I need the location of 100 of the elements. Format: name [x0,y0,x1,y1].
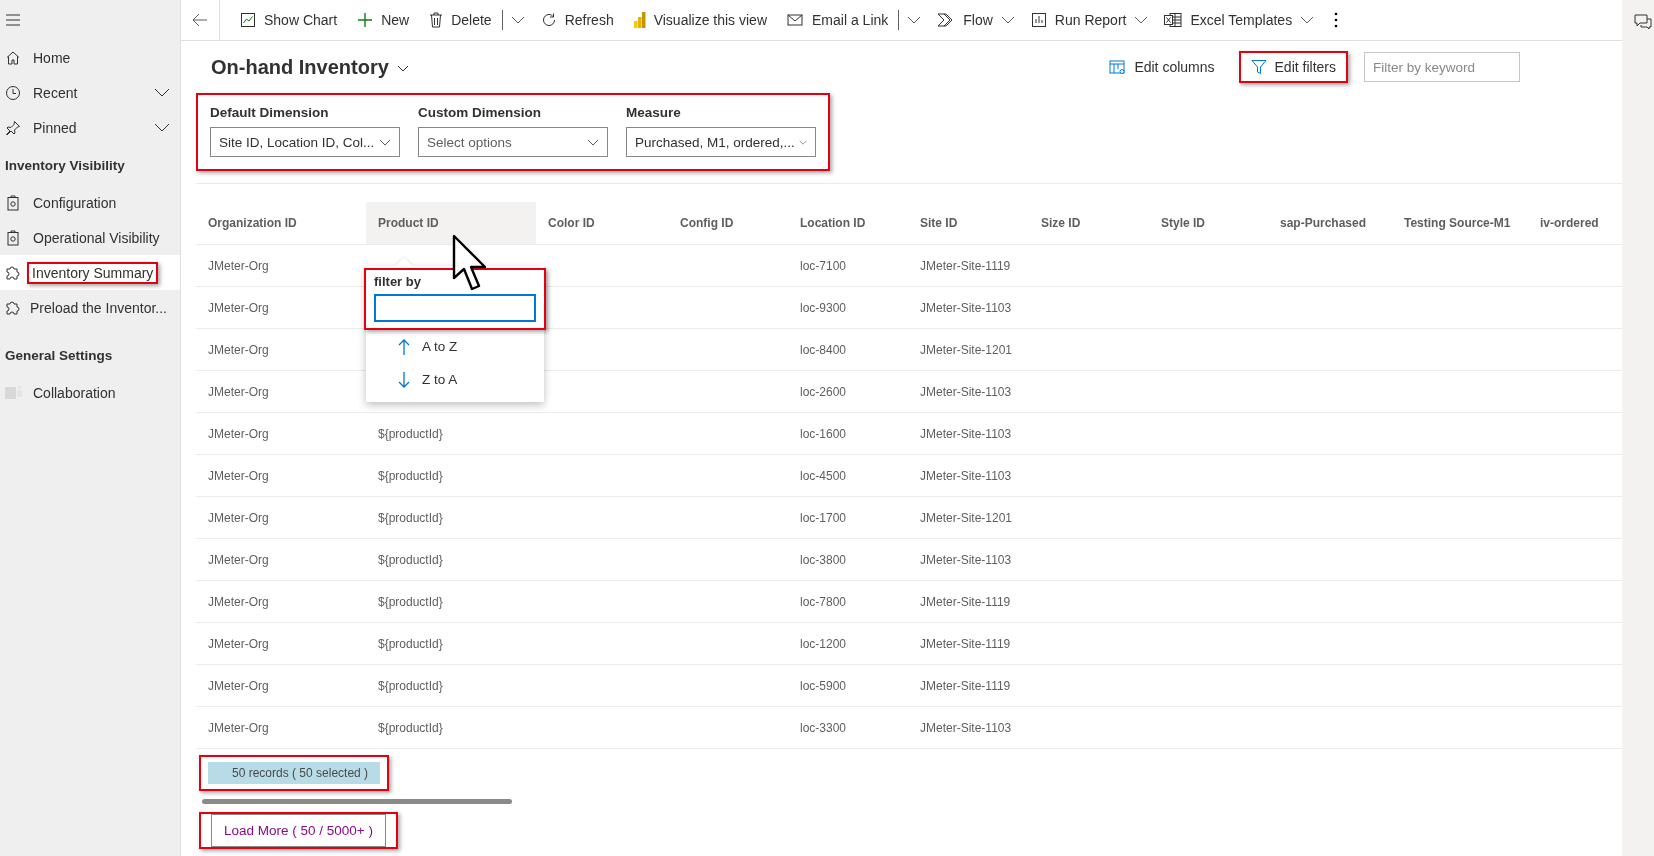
column-header[interactable]: Location ID [788,202,908,244]
excel-icon [1164,12,1183,28]
chevron-down-icon[interactable] [510,16,525,24]
toolbar-button[interactable]: Delete [419,0,502,40]
clipboard-gear-icon [5,229,21,246]
table-cell: ${productId} [378,594,443,609]
chevron-down-icon [379,138,391,146]
puzzle-icon [5,299,21,316]
chevron-down-icon[interactable] [1134,16,1149,24]
column-header[interactable]: Size ID [1029,202,1149,244]
sort-option[interactable]: Z to A [366,363,544,396]
puzzle-icon [5,264,21,281]
column-header[interactable]: Testing Source-M1 [1392,202,1528,244]
nav-item[interactable]: Configuration [0,185,180,220]
menu-icon[interactable] [6,14,20,26]
arrow-up-icon [398,337,410,356]
chevron-down-icon[interactable] [1300,16,1315,24]
columns-gear-icon [1109,59,1127,75]
table-cell: JMeter-Site-1103 [920,384,1012,399]
trash-icon [429,12,444,28]
toolbar-button[interactable]: Refresh [530,0,624,40]
table-cell: ${productId} [378,426,443,441]
toolbar-button[interactable]: Flow [927,0,997,40]
filter-icon [1250,59,1267,75]
table-cell: ${productId} [378,636,443,651]
column-header[interactable]: Product ID [366,202,536,244]
table-cell: loc-4500 [800,468,847,483]
dropdown-field[interactable]: Site ID, Location ID, Col... [210,127,400,157]
table-cell: JMeter-Site-1119 [920,258,1011,273]
chevron-down-icon [798,138,807,146]
nav-item[interactable]: Preload the Inventor... [0,290,180,325]
column-header[interactable]: Style ID [1149,202,1268,244]
toolbar-button[interactable]: Visualize this view [623,0,778,40]
table-cell: loc-2600 [800,384,847,399]
table-cell: JMeter-Org [208,384,269,399]
toolbar-button[interactable]: New [347,0,420,40]
toolbar-button[interactable]: Show Chart [230,0,348,40]
section-heading: Inventory Visibility [5,157,125,173]
toolbar-button[interactable]: Excel Templates [1154,0,1297,40]
edit-columns-button[interactable]: Edit columns [1101,55,1223,79]
table-cell: loc-7100 [800,258,847,273]
table-cell: JMeter-Site-1119 [920,594,1011,609]
record-count: 50 records ( 50 selected ) [208,762,380,784]
nav-item[interactable]: Recent [0,75,180,110]
table-cell: JMeter-Org [208,342,269,357]
chevron-down-icon[interactable] [1000,16,1015,24]
filter-input[interactable] [374,294,536,322]
sort-option[interactable]: A to Z [366,330,544,363]
table-cell: ${productId} [378,720,443,735]
table-cell: JMeter-Site-1119 [920,678,1011,693]
chevron-down-icon [587,138,599,146]
table-cell: loc-3300 [800,720,847,735]
table-cell: loc-9300 [800,300,847,315]
chevron-down-icon[interactable] [154,123,170,132]
chevron-down-icon[interactable] [396,65,409,72]
toolbar-button[interactable]: Run Report [1020,0,1131,40]
report-icon [1030,12,1047,28]
column-header[interactable]: Site ID [908,202,1029,244]
page-title: On-hand Inventory [211,55,389,79]
home-icon [5,49,21,66]
dropdown-field[interactable]: Purchased, M1, ordered,... [626,127,816,157]
load-more-button[interactable]: Load More ( 50 / 5000+ ) [211,814,386,847]
table-cell: JMeter-Site-1103 [920,426,1012,441]
scrollbar[interactable] [202,799,512,804]
filter-label: filter by [374,274,422,289]
table-cell: ${productId} [378,552,443,567]
column-header[interactable]: Color ID [536,202,668,244]
nav-item[interactable]: Operational Visibility [0,220,180,255]
bar-chart-icon [633,12,646,28]
nav-item[interactable]: Home [0,40,180,75]
field-label: Measure [626,105,682,120]
table-cell: JMeter-Org [208,300,269,315]
dropdown-field[interactable]: Select options [418,127,608,157]
nav-item[interactable]: Pinned [0,110,180,145]
back-arrow-icon[interactable] [192,13,208,27]
column-header[interactable]: Organization ID [196,202,366,244]
more-icon[interactable] [1334,12,1339,28]
chevron-down-icon[interactable] [907,16,922,24]
toolbar-button[interactable]: Email a Link [777,0,899,40]
table-cell: loc-7800 [800,594,847,609]
highlight-frame: Inventory Summary [27,261,159,284]
field-label: Default Dimension [210,105,330,120]
table-cell: loc-1700 [800,510,847,525]
table-cell: JMeter-Site-1119 [920,636,1011,651]
table-cell: JMeter-Site-1201 [920,342,1013,357]
column-header[interactable]: iv-ordered [1528,202,1622,244]
chevron-down-icon[interactable] [154,88,170,97]
column-header[interactable]: sap-Purchased [1268,202,1392,244]
edit-filters-button[interactable]: Edit filters [1238,51,1348,83]
keyword-search-field[interactable]: Filter by keyword [1364,52,1520,82]
table-cell: JMeter-Org [208,258,269,273]
table-cell: JMeter-Org [208,552,269,567]
column-header[interactable]: Config ID [668,202,788,244]
nav-item[interactable]: Collaboration [0,375,180,410]
table-cell: JMeter-Org [208,468,269,483]
nav-item[interactable]: Inventory Summary [0,255,180,290]
table-cell: JMeter-Site-1103 [920,720,1012,735]
chat-icon[interactable] [1634,14,1652,30]
table-cell: loc-8400 [800,342,847,357]
table-cell: JMeter-Org [208,510,269,525]
